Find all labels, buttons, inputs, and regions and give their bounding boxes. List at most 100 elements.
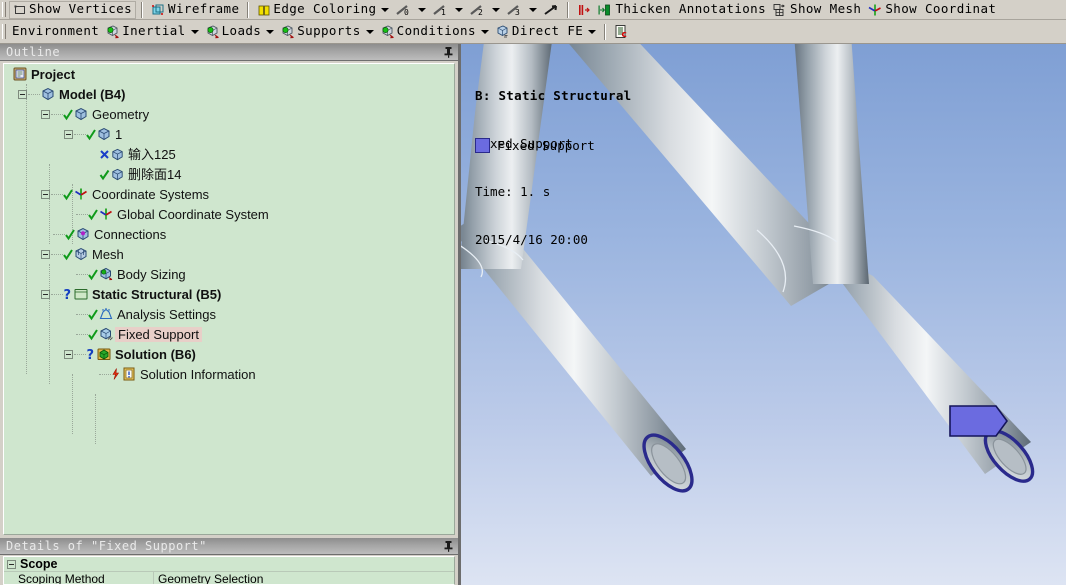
chevron-down-icon[interactable]: [190, 29, 199, 34]
conditions-menu[interactable]: Conditions: [377, 23, 492, 41]
coord-sys-icon: [75, 188, 87, 200]
tree-expander[interactable]: [41, 249, 50, 259]
show-mesh-button[interactable]: Show Mesh: [769, 1, 864, 19]
solution-info-icon: [123, 367, 135, 381]
tree-expander[interactable]: [18, 89, 27, 99]
details-row[interactable]: Scoping Method Geometry Selection: [4, 571, 454, 585]
tree-item-label: 删除面14: [128, 166, 182, 182]
edge-thickness-2-button[interactable]: 2: [466, 1, 503, 19]
toolbar-grip[interactable]: [2, 2, 6, 17]
chevron-down-icon[interactable]: [588, 29, 597, 34]
body-icon: [98, 127, 110, 141]
chevron-down-icon[interactable]: [266, 29, 275, 34]
tree-item-project[interactable]: Project: [4, 64, 454, 84]
tree-item-solution-information[interactable]: Solution Information: [4, 364, 454, 384]
thicken-annotations-icon: [598, 4, 611, 15]
status-check-icon: [63, 109, 73, 121]
thicken-edges-button[interactable]: [574, 1, 594, 19]
tree-item-body-sizing[interactable]: Body Sizing: [4, 264, 454, 284]
tree-item-body-group[interactable]: 1: [4, 124, 454, 144]
chevron-down-icon[interactable]: [529, 7, 538, 12]
pin-icon[interactable]: [443, 46, 454, 58]
tree-expander[interactable]: [41, 109, 50, 119]
edge-coloring-icon: [258, 5, 270, 15]
wireframe-label: Wireframe: [168, 1, 240, 17]
pipe-assembly-3d-model: [461, 44, 1035, 493]
outline-panel-title: Outline: [6, 45, 61, 59]
tree-item-label: Body Sizing: [117, 266, 186, 282]
edge-thickness-3-button[interactable]: 3: [503, 1, 540, 19]
svg-text:0: 0: [404, 8, 409, 17]
tree-item-mesh[interactable]: Mesh: [4, 244, 454, 264]
edge-coloring-button[interactable]: Edge Coloring: [254, 1, 392, 19]
chevron-down-icon[interactable]: [418, 7, 427, 12]
thicken-annotations-button[interactable]: Thicken Annotations: [594, 1, 769, 19]
status-check-icon: [88, 309, 98, 321]
tree-expander[interactable]: [64, 349, 73, 359]
graphics-viewport[interactable]: B: Static Structural Fixed Support Time:…: [461, 44, 1066, 585]
loads-label: Loads: [221, 23, 262, 39]
connections-icon: [77, 227, 89, 241]
loads-menu[interactable]: Loads: [202, 23, 278, 41]
tree-expander[interactable]: [64, 129, 73, 139]
status-check-icon: [99, 169, 110, 181]
worksheet-icon: c: [615, 25, 627, 39]
tree-item-label: Connections: [94, 226, 167, 242]
show-vertices-button[interactable]: Show Vertices: [9, 0, 137, 19]
edge-thickness-3-icon: 3: [507, 4, 520, 17]
details-group-header[interactable]: Scope: [4, 557, 454, 572]
tree-item-connections[interactable]: Connections: [4, 224, 454, 244]
tree-guide: [76, 273, 88, 275]
edge-direction-button[interactable]: [540, 1, 562, 19]
direct-fe-menu[interactable]: Direct FE: [492, 23, 599, 41]
tree-item-fixed-support[interactable]: Fixed Support: [4, 324, 454, 344]
inertial-menu[interactable]: Inertial: [102, 23, 201, 41]
tree-item-analysis-settings[interactable]: Analysis Settings: [4, 304, 454, 324]
tree-item-solution[interactable]: ? Solution (B6): [4, 344, 454, 364]
status-question-icon: ?: [64, 288, 72, 301]
edge-thickness-1-button[interactable]: 1: [429, 1, 466, 19]
details-grid[interactable]: Scope Scoping Method Geometry Selection: [3, 556, 455, 585]
details-group-expander[interactable]: [7, 559, 16, 569]
outline-tree[interactable]: Project Model (B4) Geometry 1 输入125 删除面1…: [3, 63, 455, 535]
edge-thickness-0-button[interactable]: 0: [392, 1, 429, 19]
chevron-down-icon[interactable]: [365, 29, 374, 34]
tree-item-import[interactable]: 输入125: [4, 144, 454, 164]
tree-item-label: Fixed Support: [115, 326, 202, 342]
tree-item-delete-face[interactable]: 删除面14: [4, 164, 454, 184]
view-toolbar: Show Vertices Wireframe Edge Coloring 0 …: [0, 0, 1066, 20]
tree-item-label: Analysis Settings: [117, 306, 216, 322]
worksheet-button[interactable]: c: [611, 23, 632, 41]
model-icon: [42, 87, 54, 101]
supports-menu[interactable]: Supports: [277, 23, 376, 41]
svg-text:3: 3: [515, 8, 520, 17]
show-coordinate-systems-button[interactable]: Show Coordinat: [864, 1, 999, 19]
chevron-down-icon[interactable]: [381, 7, 390, 12]
thicken-annotations-label: Thicken Annotations: [615, 1, 767, 17]
tree-item-geometry[interactable]: Geometry: [4, 104, 454, 124]
solution-icon: [97, 348, 111, 360]
tree-guide: [95, 394, 96, 444]
chevron-down-icon[interactable]: [492, 7, 501, 12]
tree-item-global-coordinate-system[interactable]: Global Coordinate System: [4, 204, 454, 224]
tree-item-label: Coordinate Systems: [92, 186, 210, 202]
outline-panel-titlebar: Outline: [0, 44, 458, 61]
tree-item-label: Solution (B6): [115, 346, 196, 362]
details-row-value[interactable]: Geometry Selection: [154, 572, 454, 585]
chevron-down-icon[interactable]: [455, 7, 464, 12]
edge-thickness-2-icon: 2: [470, 4, 483, 17]
fixed-support-icon: [100, 327, 113, 341]
pin-icon[interactable]: [443, 540, 454, 552]
environment-button[interactable]: Environment: [9, 23, 102, 41]
svg-text:1: 1: [441, 8, 446, 17]
wireframe-button[interactable]: Wireframe: [148, 1, 242, 19]
tree-item-coordinate-systems[interactable]: Coordinate Systems: [4, 184, 454, 204]
tree-expander[interactable]: [41, 189, 50, 199]
status-check-icon: [65, 229, 75, 241]
tree-expander[interactable]: [41, 289, 50, 299]
tree-item-model[interactable]: Model (B4): [4, 84, 454, 104]
chevron-down-icon[interactable]: [480, 29, 489, 34]
tree-item-static-structural[interactable]: ? Static Structural (B5): [4, 284, 454, 304]
toolbar-grip[interactable]: [2, 24, 6, 39]
environment-label: Environment: [12, 23, 100, 39]
